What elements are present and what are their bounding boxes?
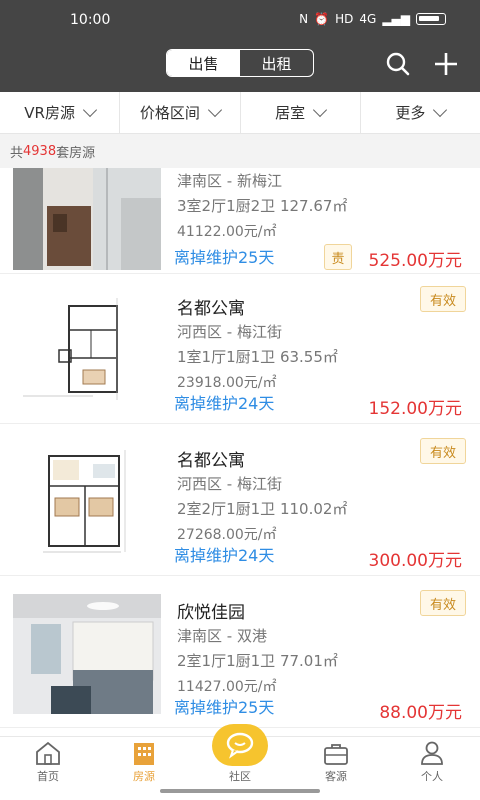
maintenance-reminder: 离掉维护25天 bbox=[174, 248, 275, 267]
status-icons: N ⏰ HD 4G ▂▄▆ bbox=[299, 12, 446, 26]
home-icon bbox=[36, 741, 60, 765]
chevron-down-icon bbox=[433, 102, 448, 118]
filter-vr-label: VR房源 bbox=[24, 104, 75, 122]
listing-count: 共 4938 套房源 bbox=[0, 134, 480, 168]
building-icon bbox=[134, 743, 154, 765]
maintenance-reminder: 离掉维护24天 bbox=[174, 546, 275, 565]
briefcase-icon bbox=[324, 744, 348, 765]
status-badge: 责 bbox=[324, 244, 352, 270]
list-item[interactable]: 津南区 - 新梅江 3室2厅1厨2卫 127.67㎡ 41122.00元/㎡ 离… bbox=[0, 168, 480, 274]
list-item[interactable]: 名都公寓 有效 河西区 - 梅江街 1室1厅1厨1卫 63.55㎡ 23918.… bbox=[0, 274, 480, 424]
chevron-down-icon bbox=[207, 102, 222, 118]
filter-price-label: 价格区间 bbox=[139, 104, 200, 122]
chat-bubble-icon bbox=[226, 732, 254, 759]
filter-rooms-label: 居室 bbox=[275, 104, 306, 122]
listing-location: 河西区 - 梅江街 bbox=[177, 475, 282, 493]
nav-community-label: 社区 bbox=[229, 770, 251, 783]
signal-icon: ▂▄▆ bbox=[382, 12, 410, 26]
battery-icon bbox=[416, 13, 446, 25]
chevron-down-icon bbox=[313, 102, 328, 118]
listing-unit-price: 11427.00元/㎡ bbox=[177, 679, 277, 695]
listing-list: 津南区 - 新梅江 3室2厅1厨2卫 127.67㎡ 41122.00元/㎡ 离… bbox=[0, 168, 480, 736]
tab-rent[interactable]: 出租 bbox=[240, 50, 313, 76]
listing-price: 525.00万元 bbox=[368, 251, 462, 271]
listing-price: 300.00万元 bbox=[368, 551, 462, 571]
nav-home-label: 首页 bbox=[37, 770, 59, 783]
plus-icon[interactable] bbox=[432, 50, 460, 78]
gesture-bar bbox=[160, 789, 320, 793]
floor-plan-image bbox=[13, 290, 161, 410]
listing-title: 名都公寓 bbox=[177, 451, 245, 471]
nav-profile-label: 个人 bbox=[421, 770, 443, 783]
listing-unit-price: 41122.00元/㎡ bbox=[177, 224, 277, 240]
status-badge: 有效 bbox=[420, 438, 466, 464]
listing-location: 河西区 - 梅江街 bbox=[177, 323, 282, 341]
sale-rent-toggle: 出售 出租 bbox=[166, 49, 314, 77]
status-badge: 有效 bbox=[420, 590, 466, 616]
listing-unit-price: 23918.00元/㎡ bbox=[177, 375, 277, 391]
floor-plan-image bbox=[13, 442, 161, 562]
filter-price[interactable]: 价格区间 bbox=[120, 92, 241, 133]
alarm-icon: ⏰ bbox=[314, 12, 330, 26]
filter-bar: VR房源 价格区间 居室 更多 bbox=[0, 92, 480, 134]
filter-more[interactable]: 更多 bbox=[361, 92, 480, 133]
listing-layout: 2室1厅1厨1卫 77.01㎡ bbox=[177, 652, 338, 670]
chevron-down-icon bbox=[82, 102, 98, 118]
search-icon[interactable] bbox=[384, 50, 412, 78]
listing-location: 津南区 - 新梅江 bbox=[177, 172, 282, 190]
maintenance-reminder: 离掉维护24天 bbox=[174, 394, 275, 413]
listing-photo bbox=[13, 594, 161, 714]
listing-location: 津南区 - 双港 bbox=[177, 627, 267, 645]
filter-rooms[interactable]: 居室 bbox=[241, 92, 361, 133]
status-badge: 有效 bbox=[420, 286, 466, 312]
person-icon bbox=[421, 741, 443, 765]
count-value: 4938 bbox=[23, 143, 57, 159]
nfc-icon: N bbox=[299, 12, 309, 26]
nav-listings-label: 房源 bbox=[133, 770, 155, 783]
app-screen: 10:00 N ⏰ HD 4G ▂▄▆ 出售 出租 VR房源 价格区间 居室 更… bbox=[0, 0, 480, 800]
status-time: 10:00 bbox=[70, 12, 111, 28]
listing-layout: 2室2厅1厨1卫 110.02㎡ bbox=[177, 500, 348, 518]
listing-title: 欣悦佳园 bbox=[177, 603, 245, 623]
listing-layout: 3室2厅1厨2卫 127.67㎡ bbox=[177, 197, 348, 215]
top-header: 10:00 N ⏰ HD 4G ▂▄▆ 出售 出租 bbox=[0, 0, 480, 92]
hd-icon: HD bbox=[335, 12, 354, 26]
filter-vr[interactable]: VR房源 bbox=[0, 92, 121, 133]
listing-price: 152.00万元 bbox=[368, 399, 462, 419]
network-label: 4G bbox=[359, 12, 377, 26]
listing-layout: 1室1厅1厨1卫 63.55㎡ bbox=[177, 348, 338, 366]
tab-sale[interactable]: 出售 bbox=[167, 50, 240, 76]
community-fab[interactable] bbox=[212, 724, 268, 766]
maintenance-reminder: 离掉维护25天 bbox=[174, 698, 275, 717]
nav-clients-label: 客源 bbox=[325, 770, 347, 783]
status-bar: 10:00 N ⏰ HD 4G ▂▄▆ bbox=[0, 0, 480, 44]
listing-unit-price: 27268.00元/㎡ bbox=[177, 527, 277, 543]
listing-price: 88.00万元 bbox=[379, 703, 462, 723]
list-item[interactable]: 欣悦佳园 有效 津南区 - 双港 2室1厅1厨1卫 77.01㎡ 11427.0… bbox=[0, 578, 480, 728]
nav-home[interactable]: 首页 bbox=[0, 737, 96, 800]
count-prefix: 共 bbox=[10, 145, 24, 161]
nav-profile[interactable]: 个人 bbox=[384, 737, 480, 800]
filter-more-label: 更多 bbox=[395, 104, 426, 122]
count-suffix: 套房源 bbox=[56, 145, 96, 161]
listing-photo bbox=[13, 168, 161, 270]
list-item[interactable]: 名都公寓 有效 河西区 - 梅江街 2室2厅1厨1卫 110.02㎡ 27268… bbox=[0, 426, 480, 576]
listing-title: 名都公寓 bbox=[177, 299, 245, 319]
